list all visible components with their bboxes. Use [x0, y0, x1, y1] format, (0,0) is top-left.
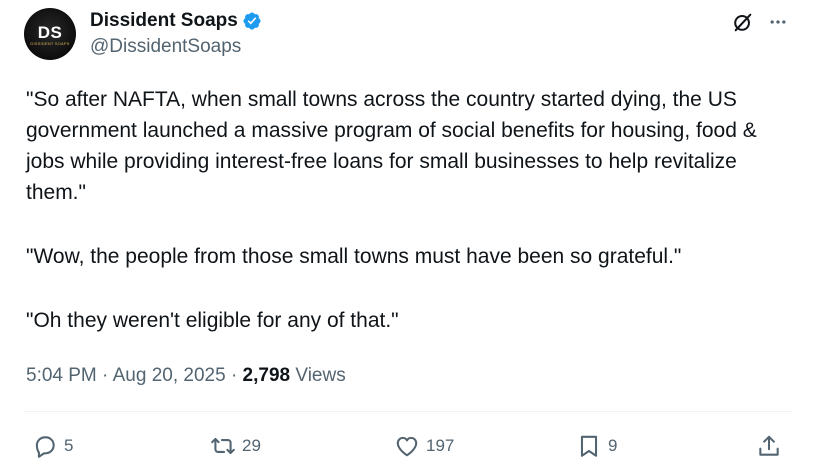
reply-button[interactable]: 5: [32, 428, 73, 464]
author-display-name[interactable]: Dissident Soaps: [90, 8, 238, 34]
tweet-date[interactable]: Aug 20, 2025: [113, 365, 226, 386]
tweet-time[interactable]: 5:04 PM: [26, 365, 97, 386]
tweet-paragraph: "Wow, the people from those small towns …: [26, 245, 682, 268]
tweet-meta: 5:04 PM · Aug 20, 2025 · 2,798 Views: [26, 363, 346, 389]
grok-icon[interactable]: [732, 11, 754, 33]
author-handle[interactable]: @DissidentSoaps: [90, 35, 241, 59]
avatar[interactable]: DS DISSIDENT SOAPS: [24, 8, 76, 60]
repost-icon: [211, 437, 235, 455]
views-count[interactable]: 2,798: [243, 365, 291, 386]
bookmark-count: 9: [608, 436, 618, 455]
share-icon: [759, 435, 779, 456]
share-button[interactable]: [756, 428, 782, 464]
verified-badge-icon[interactable]: [242, 11, 262, 31]
reply-count: 5: [64, 436, 74, 455]
meta-separator: ·: [230, 365, 238, 386]
tweet-text: "So after NAFTA, when small towns across…: [26, 84, 796, 336]
meta-separator: ·: [102, 365, 109, 386]
tweet-paragraph: "So after NAFTA, when small towns across…: [26, 88, 757, 204]
bookmark-button[interactable]: 9: [576, 428, 617, 464]
avatar-subtitle: DISSIDENT SOAPS: [30, 40, 70, 46]
repost-count: 29: [242, 436, 261, 455]
more-icon[interactable]: [768, 12, 788, 32]
author-name-row: Dissident Soaps: [90, 8, 262, 34]
tweet-card: DS DISSIDENT SOAPS Dissident Soaps @Diss…: [0, 0, 816, 472]
avatar-monogram: DS: [37, 22, 63, 42]
repost-button[interactable]: 29: [210, 428, 261, 464]
action-bar: 5 29 197 9: [0, 428, 816, 464]
bookmark-icon: [580, 435, 598, 457]
tweet-paragraph: "Oh they weren't eligible for any of tha…: [26, 309, 399, 332]
divider: [24, 411, 792, 412]
views-label: Views: [295, 365, 346, 386]
like-button[interactable]: 197: [394, 428, 454, 464]
heart-icon: [396, 436, 418, 457]
like-count: 197: [426, 436, 455, 455]
tweet-top-actions: [732, 8, 788, 36]
reply-icon: [35, 436, 55, 458]
